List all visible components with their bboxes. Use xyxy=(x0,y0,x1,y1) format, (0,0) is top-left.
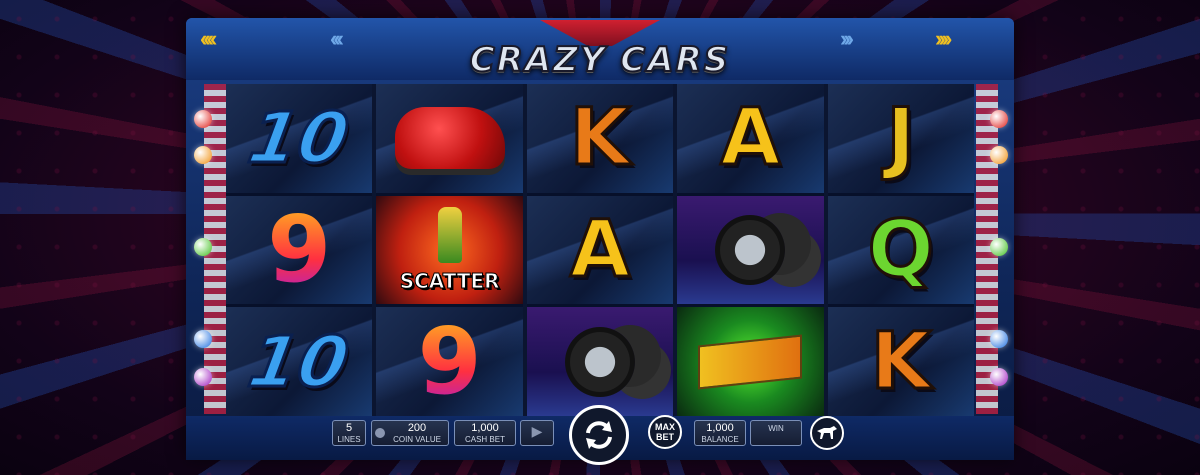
lines-selector[interactable]: 5 LINES xyxy=(332,420,366,446)
win-display: WIN xyxy=(750,420,802,446)
reel-cell xyxy=(526,307,674,417)
lamp-green xyxy=(194,238,212,256)
cash-bet-display: 1,000 CASH BET xyxy=(454,420,516,446)
max-bet-button[interactable]: MAX BET xyxy=(648,415,682,449)
checkered-flag-symbol xyxy=(683,313,817,410)
balance-display: 1,000 BALANCE xyxy=(694,420,746,446)
coin-value: 200 xyxy=(407,422,427,434)
win-label: WIN xyxy=(768,424,784,433)
scatter-symbol: SCATTER xyxy=(382,202,516,299)
reel-cell: A xyxy=(526,195,674,305)
cash-bet-label: CASH BET xyxy=(464,435,505,444)
symbol-10: 10 xyxy=(242,96,357,181)
reel-cell: K xyxy=(526,84,674,193)
flag-icon xyxy=(698,334,803,390)
scatter-label: SCATTER xyxy=(399,269,500,294)
champagne-bottle-icon xyxy=(437,207,462,263)
lines-label: LINES xyxy=(337,435,361,444)
lamp-orange xyxy=(194,146,212,164)
horse-logo-icon xyxy=(817,426,837,439)
symbol-a: A xyxy=(719,93,782,184)
reel-cell: 10 xyxy=(226,307,373,417)
autoplay-button[interactable]: ▶ xyxy=(520,420,554,446)
reel-cell: 10 xyxy=(226,84,373,193)
minus-icon xyxy=(375,428,385,438)
lamp-green xyxy=(990,238,1008,256)
game-logo: CRAZY CARS xyxy=(469,39,731,81)
red-car-symbol xyxy=(382,90,516,187)
reel-5: JQK xyxy=(827,84,975,417)
tires-symbol xyxy=(683,202,817,299)
coin-value-selector[interactable]: 200 COIN VALUE xyxy=(371,420,449,446)
reel-cell xyxy=(376,84,523,193)
reel-cell: K xyxy=(827,307,975,417)
lamp-red xyxy=(194,110,212,128)
symbol-10: 10 xyxy=(242,319,357,404)
lamp-red xyxy=(990,110,1008,128)
chevron-right-icon: ›››› xyxy=(935,26,952,51)
spin-icon xyxy=(586,421,612,449)
reel-4: A xyxy=(677,84,824,417)
balance-label: BALANCE xyxy=(701,435,739,444)
reel-cell: Q xyxy=(827,195,975,305)
symbol-9: 9 xyxy=(417,307,482,415)
reel-cell: J xyxy=(827,84,975,193)
symbol-q: Q xyxy=(866,205,935,295)
reel-cell: 9 xyxy=(376,307,523,417)
reel-cell: 9 xyxy=(226,195,373,305)
reel-cell: SCATTER xyxy=(376,195,523,305)
lamp-blue xyxy=(194,330,212,348)
symbol-k: K xyxy=(568,93,631,184)
menu-button[interactable] xyxy=(810,416,844,450)
tire-icon xyxy=(565,326,636,397)
coin-value-label: COIN VALUE xyxy=(393,435,441,444)
car-icon xyxy=(394,107,505,170)
symbol-9: 9 xyxy=(267,196,332,303)
symbol-j: J xyxy=(885,93,917,184)
symbol-k: K xyxy=(869,316,932,407)
reel-3: KA xyxy=(526,84,674,417)
symbol-a: A xyxy=(568,205,631,295)
lamp-blue xyxy=(990,330,1008,348)
chevron-left-icon: ‹‹‹‹ xyxy=(200,26,217,51)
tire-icon xyxy=(715,215,786,285)
lamp-purple xyxy=(990,368,1008,386)
reel-cell xyxy=(677,195,824,305)
play-icon: ▶ xyxy=(531,423,543,439)
balance-value: 1,000 xyxy=(706,422,734,434)
lamp-orange xyxy=(990,146,1008,164)
cash-bet-value: 1,000 xyxy=(471,422,499,434)
lines-value: 5 xyxy=(345,422,353,434)
reel-1: 10 9 10 xyxy=(226,84,373,417)
spin-button[interactable] xyxy=(569,405,629,465)
reel-cell xyxy=(677,307,824,417)
reel-2: SCATTER 9 xyxy=(376,84,523,417)
chevron-left-icon: ‹‹‹ xyxy=(330,26,344,51)
lamp-purple xyxy=(194,368,212,386)
tires-symbol xyxy=(533,313,667,410)
chevron-right-icon: ››› xyxy=(840,26,854,51)
reel-grid: 10 9 10 SCATTER 9 K A A J Q K xyxy=(226,84,975,417)
reel-cell: A xyxy=(677,84,824,193)
